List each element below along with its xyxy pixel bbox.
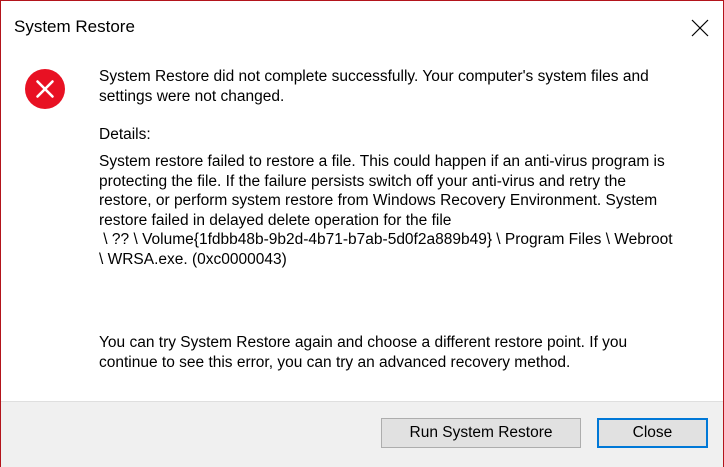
details-label: Details:: [99, 126, 151, 143]
details-line: System restore failed to restore a file.…: [99, 153, 665, 170]
footer-message-line: continue to see this error, you can try …: [99, 354, 571, 371]
main-message-line: settings were not changed.: [99, 88, 285, 105]
window-title: System Restore: [14, 17, 135, 36]
close-icon[interactable]: [677, 1, 723, 55]
details-line: protecting the file. If the failure pers…: [99, 172, 626, 190]
details-line: \ WRSA.exe. (0xc0000043): [99, 250, 287, 268]
main-message-line: System Restore did not complete successf…: [99, 68, 649, 85]
dialog-content: System Restore did not complete successf…: [1, 55, 723, 400]
details-line: \ ?? \ Volume{1fdbb48b-9b2d-4b71-b7ab-5d…: [99, 231, 673, 248]
details-text: System restore failed to restore a file.…: [99, 152, 714, 269]
run-system-restore-button[interactable]: Run System Restore: [381, 418, 581, 448]
footer-message-line: You can try System Restore again and cho…: [99, 334, 628, 351]
title-bar: System Restore: [1, 1, 723, 55]
error-icon: [24, 68, 66, 110]
close-button[interactable]: Close: [597, 418, 708, 448]
details-line: restore failed in delayed delete operati…: [99, 211, 452, 229]
main-message: System Restore did not complete successf…: [99, 67, 689, 107]
details-line: restore, or perform system restore from …: [99, 192, 658, 209]
button-bar: Run System Restore Close: [1, 401, 723, 467]
footer-message: You can try System Restore again and cho…: [99, 333, 689, 373]
system-restore-dialog: System Restore System Restore did not co…: [0, 0, 724, 467]
